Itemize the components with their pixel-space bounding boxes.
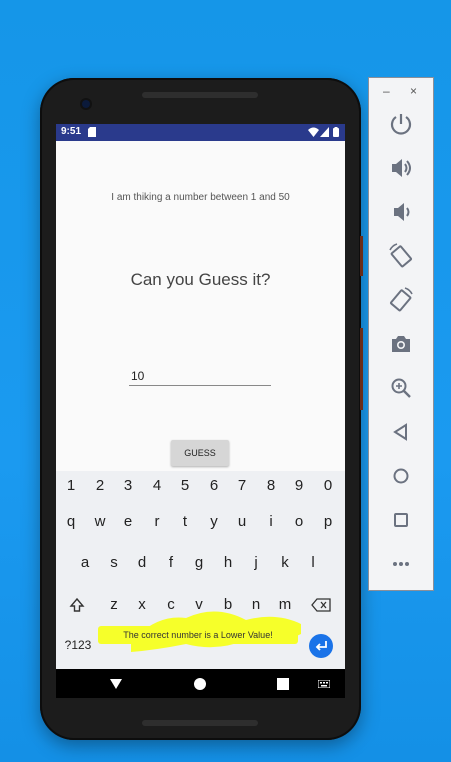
nav-back-icon[interactable] — [109, 677, 123, 691]
key-u[interactable]: u — [229, 508, 255, 536]
sd-card-icon — [88, 127, 96, 137]
symbols-key[interactable]: ?123 — [60, 631, 96, 659]
key-k[interactable]: k — [272, 549, 298, 577]
volume-down-icon — [394, 203, 410, 221]
rotate-right-icon — [390, 287, 413, 312]
guess-input[interactable] — [129, 367, 271, 386]
key-h[interactable]: h — [215, 549, 241, 577]
keyboard-switch-icon[interactable] — [318, 680, 330, 688]
more-icon — [393, 562, 409, 566]
overview-icon — [394, 513, 408, 527]
camera-icon — [392, 336, 410, 352]
status-time: 9:51 — [61, 126, 82, 137]
shift-icon — [69, 597, 85, 612]
back-icon — [393, 423, 407, 441]
key-2[interactable]: 2 — [87, 472, 113, 500]
zoom-button[interactable] — [385, 372, 417, 404]
key-5[interactable]: 5 — [172, 472, 198, 500]
key-0[interactable]: 0 — [315, 472, 341, 500]
key-6[interactable]: 6 — [201, 472, 227, 500]
key-8[interactable]: 8 — [258, 472, 284, 500]
side-power-button — [360, 236, 363, 276]
home-icon — [393, 468, 409, 484]
key-w[interactable]: w — [87, 508, 113, 536]
rotate-right-button[interactable] — [385, 284, 417, 316]
key-i[interactable]: i — [258, 508, 284, 536]
key-z[interactable]: z — [101, 591, 127, 619]
home-button[interactable] — [385, 460, 417, 492]
bottom-speaker — [142, 720, 258, 726]
front-camera — [82, 100, 90, 108]
signal-icon — [320, 127, 329, 137]
toast-message: The correct number is a Lower Value! — [98, 626, 298, 644]
key-y[interactable]: y — [201, 508, 227, 536]
phone-screen: 9:51 I am thiking a number between 1 and… — [56, 124, 345, 698]
side-volume-button — [360, 328, 363, 410]
battery-icon — [333, 127, 339, 137]
key-s[interactable]: s — [101, 549, 127, 577]
power-button[interactable] — [385, 108, 417, 140]
navigation-bar — [56, 669, 345, 698]
overview-button[interactable] — [385, 504, 417, 536]
top-speaker — [142, 92, 258, 98]
zoom-icon — [391, 378, 411, 398]
backspace-key[interactable] — [308, 591, 334, 619]
key-p[interactable]: p — [315, 508, 341, 536]
key-3[interactable]: 3 — [115, 472, 141, 500]
key-f[interactable]: f — [158, 549, 184, 577]
key-l[interactable]: l — [300, 549, 326, 577]
key-4[interactable]: 4 — [144, 472, 170, 500]
prompt-text: I am thiking a number between 1 and 50 — [111, 192, 290, 203]
screenshot-button[interactable] — [385, 328, 417, 360]
enter-icon — [309, 634, 333, 658]
close-button[interactable]: × — [410, 84, 417, 98]
status-bar: 9:51 — [56, 124, 345, 141]
key-g[interactable]: g — [186, 549, 212, 577]
key-7[interactable]: 7 — [229, 472, 255, 500]
nav-overview-icon[interactable] — [277, 678, 289, 690]
volume-up-icon — [392, 159, 411, 177]
key-1[interactable]: 1 — [58, 472, 84, 500]
wifi-icon — [308, 127, 319, 137]
nav-home-icon[interactable] — [193, 677, 207, 691]
rotate-left-icon — [389, 243, 412, 268]
key-j[interactable]: j — [243, 549, 269, 577]
key-r[interactable]: r — [144, 508, 170, 536]
guess-button[interactable]: GUESS — [171, 440, 229, 466]
shift-key[interactable] — [64, 591, 90, 619]
volume-up-button[interactable] — [385, 152, 417, 184]
power-icon — [390, 114, 412, 135]
key-t[interactable]: t — [172, 508, 198, 536]
back-button[interactable] — [385, 416, 417, 448]
volume-down-button[interactable] — [385, 196, 417, 228]
key-a[interactable]: a — [72, 549, 98, 577]
backspace-icon — [311, 598, 331, 612]
key-o[interactable]: o — [286, 508, 312, 536]
key-d[interactable]: d — [129, 549, 155, 577]
minimize-button[interactable]: – — [383, 84, 390, 98]
key-e[interactable]: e — [115, 508, 141, 536]
question-heading: Can you Guess it? — [130, 270, 271, 289]
rotate-left-button[interactable] — [385, 240, 417, 272]
key-9[interactable]: 9 — [286, 472, 312, 500]
highlight-smudge — [131, 611, 301, 652]
emulator-toolbar: – × — [368, 77, 434, 591]
enter-key[interactable] — [308, 633, 334, 661]
key-q[interactable]: q — [58, 508, 84, 536]
more-button[interactable] — [385, 548, 417, 580]
